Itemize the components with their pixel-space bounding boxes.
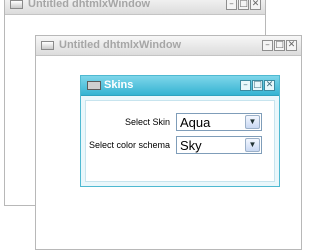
- window1-title: Untitled dhtmlxWindow: [28, 0, 151, 10]
- maximize-icon[interactable]: □: [238, 0, 249, 10]
- close-icon[interactable]: ✕: [264, 80, 275, 91]
- dropdown-arrow-icon[interactable]: ▼: [245, 115, 260, 129]
- close-icon[interactable]: ✕: [286, 40, 297, 51]
- window2-titlebar[interactable]: Untitled dhtmlxWindow – □ ✕: [36, 36, 301, 56]
- close-icon[interactable]: ✕: [250, 0, 261, 10]
- schema-select-value: Sky: [180, 138, 202, 153]
- window1-titlebar[interactable]: Untitled dhtmlxWindow – □ ✕: [5, 0, 265, 15]
- skin-select[interactable]: Aqua ▼: [176, 113, 262, 131]
- skins-window-title: Skins: [104, 79, 134, 91]
- maximize-icon[interactable]: □: [274, 40, 285, 51]
- window-icon: [10, 0, 23, 9]
- skin-label: Select Skin: [124, 117, 170, 127]
- minimize-icon[interactable]: –: [262, 40, 273, 51]
- window-icon: [41, 41, 54, 50]
- skin-row: Select Skin Aqua ▼: [86, 113, 274, 133]
- maximize-icon[interactable]: □: [252, 80, 263, 91]
- skins-window[interactable]: Skins – □ ✕ Select Skin Aqua ▼ Select co…: [80, 75, 280, 187]
- skins-window-content: Select Skin Aqua ▼ Select color schema S…: [85, 100, 275, 182]
- schema-row: Select color schema Sky ▼: [86, 136, 274, 156]
- window2-title: Untitled dhtmlxWindow: [59, 39, 182, 51]
- schema-label: Select color schema: [88, 140, 170, 150]
- skin-select-value: Aqua: [180, 115, 211, 130]
- skins-window-titlebar[interactable]: Skins – □ ✕: [81, 76, 279, 96]
- dropdown-arrow-icon[interactable]: ▼: [245, 138, 260, 152]
- minimize-icon[interactable]: –: [226, 0, 237, 10]
- minimize-icon[interactable]: –: [240, 80, 251, 91]
- schema-select[interactable]: Sky ▼: [176, 136, 262, 154]
- window-icon: [87, 81, 101, 90]
